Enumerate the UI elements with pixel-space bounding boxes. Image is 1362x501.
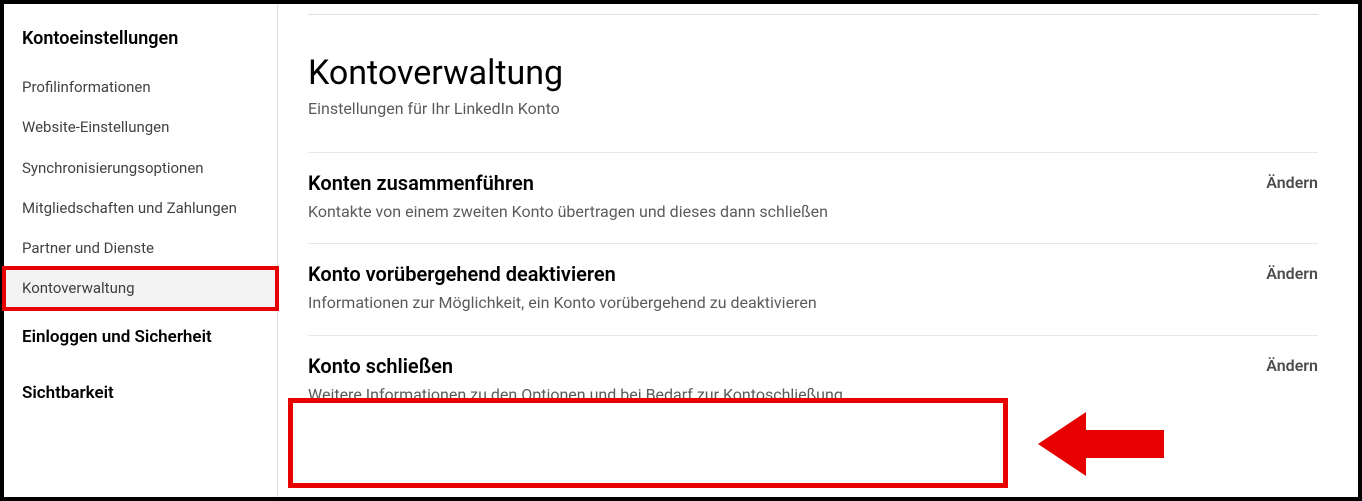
sidebar-item-label: Mitgliedschaften und Zahlungen: [22, 199, 237, 217]
sidebar-item-account-management[interactable]: Kontoverwaltung: [4, 268, 277, 308]
sidebar-item-site-settings[interactable]: Website-Einstellungen: [4, 107, 277, 147]
sidebar-item-memberships-payments[interactable]: Mitgliedschaften und Zahlungen: [4, 188, 277, 228]
sidebar-item-label: Profilinformationen: [22, 78, 151, 96]
top-divider: [308, 14, 1318, 15]
change-link[interactable]: Ändern: [1246, 262, 1318, 283]
sidebar-group-login-security[interactable]: Einloggen und Sicherheit: [4, 309, 277, 357]
settings-sidebar: Kontoeinstellungen Profilinformationen W…: [4, 4, 278, 497]
sidebar-item-label: Website-Einstellungen: [22, 118, 169, 136]
setting-desc: Kontakte von einem zweiten Konto übertra…: [308, 201, 1246, 223]
setting-text: Konten zusammenführen Kontakte von einem…: [308, 171, 1246, 223]
setting-desc: Weitere Informationen zu den Optionen un…: [308, 384, 1246, 406]
sidebar-group-account-settings: Kontoeinstellungen: [4, 28, 277, 67]
sidebar-item-label: Kontoverwaltung: [22, 279, 135, 297]
setting-title: Konto vorübergehend deaktivieren: [308, 262, 1246, 286]
sidebar-group-visibility[interactable]: Sichtbarkeit: [4, 357, 277, 413]
sidebar-item-sync-options[interactable]: Synchronisierungsoptionen: [4, 148, 277, 188]
setting-title: Konten zusammenführen: [308, 171, 1246, 195]
setting-row-hibernate-account[interactable]: Konto vorübergehend deaktivieren Informa…: [308, 243, 1318, 334]
page-title: Kontoverwaltung: [308, 53, 1318, 93]
setting-desc: Informationen zur Möglichkeit, ein Konto…: [308, 292, 1246, 314]
annotation-arrow-icon: [1038, 404, 1168, 484]
setting-text: Konto vorübergehend deaktivieren Informa…: [308, 262, 1246, 314]
sidebar-item-label: Synchronisierungsoptionen: [22, 159, 204, 177]
change-link[interactable]: Ändern: [1246, 171, 1318, 192]
settings-main: Kontoverwaltung Einstellungen für Ihr Li…: [278, 4, 1358, 497]
setting-title: Konto schließen: [308, 354, 1246, 378]
change-link[interactable]: Ändern: [1246, 354, 1318, 375]
setting-text: Konto schließen Weitere Informationen zu…: [308, 354, 1246, 406]
sidebar-item-label: Partner und Dienste: [22, 239, 154, 257]
sidebar-item-profile-info[interactable]: Profilinformationen: [4, 67, 277, 107]
sidebar-item-partners-services[interactable]: Partner und Dienste: [4, 228, 277, 268]
page-subtitle: Einstellungen für Ihr LinkedIn Konto: [308, 99, 1318, 118]
setting-row-merge-accounts[interactable]: Konten zusammenführen Kontakte von einem…: [308, 152, 1318, 243]
